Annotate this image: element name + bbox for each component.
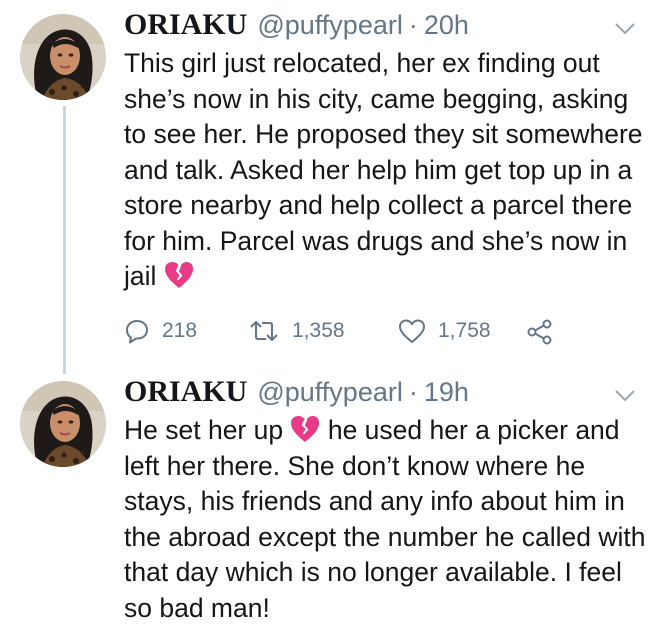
- timestamp[interactable]: 19h: [424, 377, 469, 408]
- tweet-actions: 218 1,358 1,758: [124, 318, 594, 352]
- reply-icon: [126, 320, 148, 344]
- chevron-down-icon[interactable]: [614, 389, 636, 403]
- avatar[interactable]: [20, 14, 106, 100]
- avatar[interactable]: [20, 381, 106, 467]
- user-handle[interactable]: @puffypearl: [257, 10, 403, 41]
- timestamp[interactable]: 20h: [424, 10, 469, 41]
- like-button[interactable]: 1,758: [398, 318, 491, 344]
- reply-button[interactable]: 218: [124, 318, 197, 344]
- like-count: 1,758: [438, 319, 491, 342]
- tweet-text-after-emoji: he used her a picker and left her there.…: [124, 415, 646, 623]
- retweet-count: 1,358: [292, 319, 345, 342]
- broken-heart-icon: [291, 416, 320, 442]
- display-name[interactable]: ORIAKU: [124, 375, 247, 409]
- display-name[interactable]: ORIAKU: [124, 8, 247, 42]
- tweet-text-content: This girl just relocated, her ex finding…: [124, 48, 643, 291]
- share-button[interactable]: [526, 318, 566, 346]
- tweet-header: ORIAKU @puffypearl · 19h: [124, 375, 469, 415]
- broken-heart-icon: [164, 262, 193, 288]
- chevron-down-icon[interactable]: [614, 22, 636, 36]
- separator-dot: ·: [408, 10, 418, 40]
- user-handle[interactable]: @puffypearl: [257, 377, 403, 408]
- retweet-button[interactable]: 1,358: [248, 318, 345, 344]
- tweet-header: ORIAKU @puffypearl · 20h: [124, 8, 469, 48]
- separator-dot: ·: [408, 377, 418, 407]
- reply-count: 218: [162, 319, 198, 342]
- tweet-1[interactable]: ORIAKU @puffypearl · 20h This girl just …: [0, 8, 662, 358]
- heart-icon: [399, 319, 425, 343]
- tweet-text: This girl just relocated, her ex finding…: [124, 46, 648, 295]
- retweet-icon: [250, 321, 278, 341]
- tweet-text: He set her up he used her a picker and l…: [124, 413, 648, 626]
- tweet-text-content: He set her up: [124, 415, 284, 445]
- share-icon: [527, 319, 552, 345]
- tweet-2[interactable]: ORIAKU @puffypearl · 19h He set her up h…: [0, 375, 662, 638]
